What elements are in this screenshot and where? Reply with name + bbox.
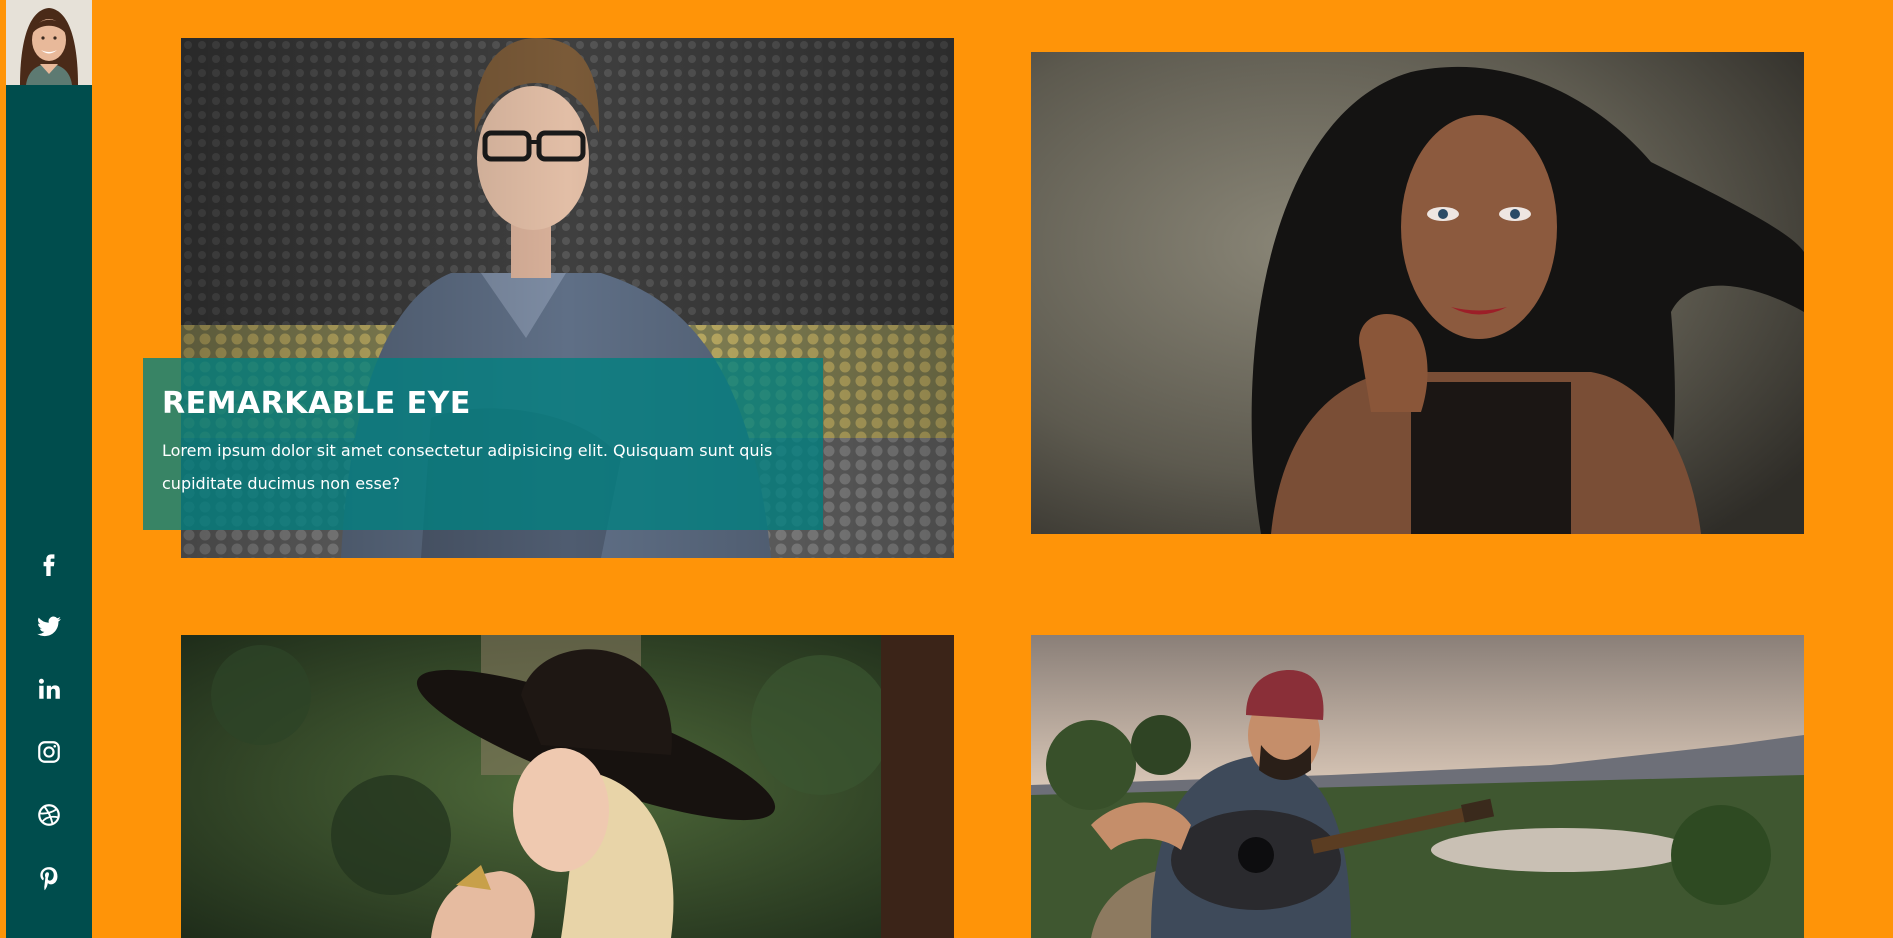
woman-in-hat-image [181,635,954,938]
featured-caption: REMARKABLE EYE Lorem ipsum dolor sit ame… [143,358,823,530]
woman-portrait-photo[interactable] [1031,52,1804,534]
man-with-guitar-photo[interactable] [1031,635,1804,938]
social-links [6,548,92,926]
page: REMARKABLE EYE Lorem ipsum dolor sit ame… [0,0,1893,938]
sidebar [6,0,92,938]
facebook-icon[interactable] [34,548,64,578]
avatar[interactable] [6,0,92,85]
man-with-guitar-image [1031,635,1804,938]
woman-in-hat-photo[interactable] [181,635,954,938]
pinterest-icon[interactable] [34,863,64,893]
dribbble-icon[interactable] [34,800,64,830]
woman-portrait-image [1031,52,1804,534]
avatar-image [6,0,92,85]
instagram-icon[interactable] [34,737,64,767]
linkedin-icon[interactable] [34,674,64,704]
twitter-icon[interactable] [34,611,64,641]
caption-text: Lorem ipsum dolor sit amet consectetur a… [162,441,773,493]
caption-title: REMARKABLE EYE [162,386,471,421]
